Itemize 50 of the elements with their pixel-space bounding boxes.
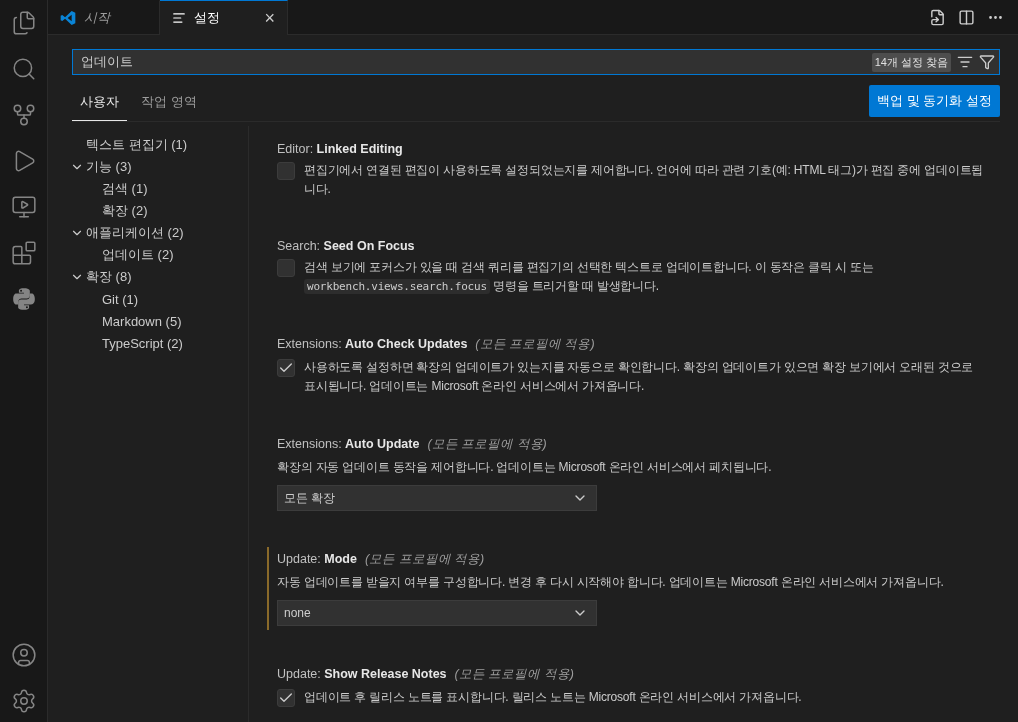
toc-item[interactable]: 텍스트 편집기 (1) [86,136,188,154]
setting-description: 업데이트 후 릴리스 노트를 표시합니다. 릴리스 노트는 Microsoft 온라인 서비스에서 가져옵니다. [304,689,802,706]
scope-tab[interactable]: 사용자 [72,86,127,121]
settings-list-icon [172,11,186,25]
checkbox[interactable] [277,689,295,707]
split-editor-icon[interactable] [958,8,975,26]
dropdown[interactable]: none [277,600,597,626]
close-icon[interactable]: × [264,7,275,29]
search-input[interactable]: 업데이트 [79,53,866,71]
toc-item[interactable]: 확장 (2) [102,202,148,220]
account-icon[interactable] [10,642,37,668]
remote-explorer-icon[interactable] [10,194,37,220]
inline-code: workbench.views.search.focus [304,279,490,294]
extensions-icon[interactable] [10,240,37,266]
toc-item[interactable]: 업데이트 (2) [102,246,174,264]
scope-tab[interactable]: 작업 영역 [133,86,205,121]
source-control-icon[interactable] [10,102,37,128]
clear-filter-icon[interactable] [957,54,973,70]
toc-item[interactable]: 기능 (3) [86,158,132,176]
setting-title: Update: Show Release Notes (모든 프로필에 적용) [277,666,575,683]
toc-item[interactable]: TypeScript (2) [102,335,183,351]
checkbox[interactable] [277,259,295,277]
open-file-icon[interactable] [929,8,946,26]
setting-description: 검색 보기에 포커스가 있을 때 검색 쿼리를 편집기의 선택한 텍스트로 업데이트합니다. 이 동작은 클릭 시 또는 workbench.views.search.focus 명령을 트리거할 때 발생합니다. [304,259,875,296]
setting-title: Extensions: Auto Update (모든 프로필에 적용) [277,436,548,453]
checkbox[interactable] [277,162,295,180]
setting-title: Extensions: Auto Check Updates (모든 프로필에 적용) [277,336,596,353]
setting-description: 사용하도록 설정하면 확장의 업데이트가 있는지를 자동으로 확인합니다. 확장의 업데이트가 있으면 확장 보기에서 오래된 것으로 표시됩니다. 업데이트는 Microsoft 온라인 서비스에서 가져옵니다. [304,359,975,395]
dropdown[interactable]: 모든 확장 [277,485,597,511]
explorer-icon[interactable] [10,10,37,36]
filter-icon[interactable] [979,54,995,70]
setting-title: Update: Mode (모든 프로필에 적용) [277,551,486,568]
settings-icon[interactable] [10,688,37,714]
toc-item[interactable]: 검색 (1) [102,180,148,198]
toc-item[interactable]: Git (1) [102,291,139,307]
setting-title: Editor: Linked Editing [277,142,404,156]
search-field[interactable]: 업데이트 14개 설정 찾음 [72,49,1000,75]
python-icon[interactable] [10,286,37,312]
vscode-logo-icon [60,9,76,26]
toc-item[interactable]: Markdown (5) [102,313,182,329]
backup-sync-button[interactable]: 백업 및 동기화 설정 [869,85,1000,117]
setting-description: 확장의 자동 업데이트 동작을 제어합니다. 업데이트는 Microsoft 온라인 서비스에서 페치됩니다. [277,459,773,476]
editor-tab[interactable]: 설정 × [160,0,288,35]
setting-title: Search: Seed On Focus [277,239,416,253]
checkbox[interactable] [277,359,295,377]
toc-item[interactable]: 확장 (8) [86,268,132,286]
result-count-badge: 14개 설정 찾음 [871,52,951,72]
setting-description: 편집기에서 연결된 편집이 사용하도록 설정되었는지를 제어합니다. 언어에 따라 관련 기호(예: HTML 태그)가 편집 중에 업데이트됩니다. [304,162,985,198]
toc-item[interactable]: 애플리케이션 (2) [86,224,184,242]
setting-description: 자동 업데이트를 받을지 여부를 구성합니다. 변경 후 다시 시작해야 합니다. 업데이트는 Microsoft 온라인 서비스에서 가져옵니다. [277,574,945,591]
